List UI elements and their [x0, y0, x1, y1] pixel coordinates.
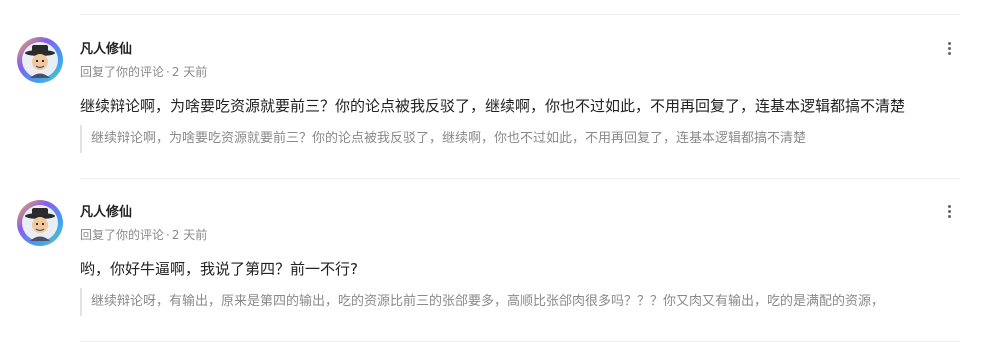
divider: [80, 341, 960, 342]
meta-separator: ·: [166, 228, 170, 242]
quoted-comment[interactable]: 继续辩论啊，为啥要吃资源就要前三？你的论点被我反驳了，继续啊，你也不过如此，不用…: [80, 125, 870, 153]
avatar-icon: [17, 37, 63, 83]
timestamp: 2 天前: [171, 65, 208, 79]
username[interactable]: 凡人修仙: [80, 201, 132, 220]
username[interactable]: 凡人修仙: [80, 38, 132, 57]
meta-separator: ·: [166, 65, 170, 79]
notification-item: 凡人修仙 回复了你的评论 · 2 天前 继续辩论啊，为啥要吃资源就要前三？你的论点被…: [0, 22, 1004, 172]
action-text: 回复了你的评论: [80, 228, 165, 242]
more-vertical-icon[interactable]: [940, 38, 960, 58]
reply-text: 继续辩论啊，为啥要吃资源就要前三？你的论点被我反驳了，继续啊，你也不过如此，不用…: [80, 97, 906, 115]
action-text: 回复了你的评论: [80, 65, 165, 79]
avatar-icon: [17, 200, 63, 246]
avatar[interactable]: [16, 199, 64, 247]
more-vertical-icon[interactable]: [940, 201, 960, 221]
notification-meta: 回复了你的评论 · 2 天前: [80, 226, 207, 243]
reply-text: 哟，你好牛逼啊，我说了第四？前一不行?: [80, 260, 358, 278]
quoted-comment[interactable]: 继续辩论呀，有输出，原来是第四的输出，吃的资源比前三的张郃要多，高顺比张郃肉很多…: [80, 288, 950, 316]
notification-feed: 凡人修仙 回复了你的评论 · 2 天前 继续辩论啊，为啥要吃资源就要前三？你的论点被…: [0, 0, 1004, 360]
avatar[interactable]: [16, 36, 64, 84]
divider: [80, 14, 960, 15]
divider: [80, 178, 960, 179]
timestamp: 2 天前: [171, 228, 208, 242]
notification-item: 凡人修仙 回复了你的评论 · 2 天前 哟，你好牛逼啊，我说了第四？前一不行? 继续…: [0, 185, 1004, 335]
notification-meta: 回复了你的评论 · 2 天前: [80, 63, 207, 80]
